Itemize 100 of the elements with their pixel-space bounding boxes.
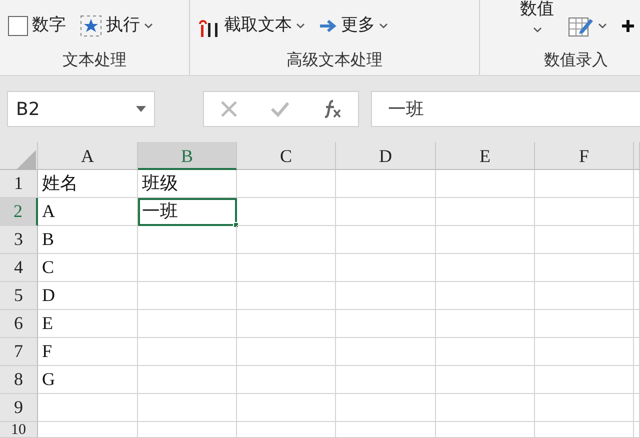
ribbon-button[interactable]: 更多 [319, 13, 388, 39]
column-header[interactable]: A [38, 142, 138, 170]
empty-cell[interactable] [535, 422, 634, 438]
empty-cell[interactable] [237, 198, 336, 226]
row-header[interactable]: 5 [0, 282, 38, 310]
empty-cell[interactable] [336, 254, 436, 282]
empty-cell[interactable] [634, 394, 640, 422]
row-header[interactable]: 3 [0, 226, 38, 254]
empty-cell[interactable] [336, 366, 436, 394]
empty-cell[interactable] [634, 226, 640, 254]
empty-cell[interactable] [237, 422, 336, 438]
empty-cell[interactable] [436, 282, 535, 310]
empty-cell[interactable] [436, 254, 535, 282]
table-cell[interactable]: F [38, 338, 138, 366]
empty-cell[interactable] [138, 254, 237, 282]
empty-cell[interactable] [436, 310, 535, 338]
empty-cell[interactable] [336, 282, 436, 310]
table-cell[interactable]: E [38, 310, 138, 338]
empty-cell[interactable] [336, 394, 436, 422]
row-header[interactable]: 1 [0, 170, 38, 198]
select-all-corner[interactable] [0, 142, 38, 170]
dropdown-icon[interactable] [136, 106, 146, 112]
row-header[interactable]: 7 [0, 338, 38, 366]
row-header[interactable]: 8 [0, 366, 38, 394]
cancel-icon[interactable] [220, 100, 238, 118]
column-header[interactable]: F [535, 142, 634, 170]
empty-cell[interactable] [535, 282, 634, 310]
empty-cell[interactable] [535, 226, 634, 254]
column-header[interactable]: D [336, 142, 436, 170]
column-header[interactable] [634, 142, 640, 170]
empty-cell[interactable] [436, 422, 535, 438]
table-cell[interactable]: 班级 [138, 170, 237, 198]
table-cell[interactable]: 姓名 [38, 170, 138, 198]
table-cell[interactable]: C [38, 254, 138, 282]
empty-cell[interactable] [237, 254, 336, 282]
empty-cell[interactable] [634, 422, 640, 438]
empty-cell[interactable] [634, 366, 640, 394]
row-header[interactable]: 9 [0, 394, 38, 422]
row-header[interactable]: 4 [0, 254, 38, 282]
empty-cell[interactable] [634, 338, 640, 366]
checkbox-option[interactable]: 数字 [8, 13, 66, 39]
empty-cell[interactable] [634, 282, 640, 310]
empty-cell[interactable] [436, 338, 535, 366]
table-cell[interactable]: A [38, 198, 138, 226]
empty-cell[interactable] [237, 310, 336, 338]
check-icon[interactable] [270, 101, 290, 117]
ribbon-button[interactable]: 执行 [80, 13, 153, 39]
empty-cell[interactable] [634, 310, 640, 338]
empty-cell[interactable] [436, 198, 535, 226]
row-header[interactable]: 6 [0, 310, 38, 338]
empty-cell[interactable] [237, 170, 336, 198]
empty-cell[interactable] [535, 394, 634, 422]
empty-cell[interactable] [336, 422, 436, 438]
empty-cell[interactable] [634, 198, 640, 226]
empty-cell[interactable] [138, 422, 237, 438]
empty-cell[interactable] [138, 282, 237, 310]
empty-cell[interactable] [634, 254, 640, 282]
row-header[interactable]: 10 [0, 422, 38, 438]
empty-cell[interactable] [535, 198, 634, 226]
empty-cell[interactable] [138, 394, 237, 422]
row-header[interactable]: 2 [0, 198, 38, 226]
ribbon-button[interactable] [621, 19, 635, 33]
ribbon-button[interactable]: 截取文本 [198, 13, 305, 39]
empty-cell[interactable] [436, 394, 535, 422]
empty-cell[interactable] [535, 254, 634, 282]
empty-cell[interactable] [138, 338, 237, 366]
select-all-icon[interactable] [16, 150, 36, 170]
column-header[interactable]: B [138, 142, 237, 170]
empty-cell[interactable] [336, 338, 436, 366]
empty-cell[interactable] [535, 310, 634, 338]
empty-cell[interactable] [237, 394, 336, 422]
empty-cell[interactable] [535, 338, 634, 366]
empty-cell[interactable] [237, 338, 336, 366]
column-header[interactable]: E [436, 142, 535, 170]
empty-cell[interactable] [336, 198, 436, 226]
function-icon[interactable] [322, 99, 342, 119]
empty-cell[interactable] [535, 170, 634, 198]
empty-cell[interactable] [436, 366, 535, 394]
empty-cell[interactable] [535, 366, 634, 394]
empty-cell[interactable] [138, 310, 237, 338]
empty-cell[interactable] [336, 170, 436, 198]
empty-cell[interactable] [138, 226, 237, 254]
table-cell[interactable]: G [38, 366, 138, 394]
empty-cell[interactable] [237, 282, 336, 310]
caret-icon [598, 22, 607, 29]
ribbon-button[interactable]: 数值 [520, 0, 554, 39]
empty-cell[interactable] [237, 226, 336, 254]
empty-cell[interactable] [436, 226, 535, 254]
formula-input[interactable]: 一班 [371, 91, 640, 127]
table-cell[interactable]: D [38, 282, 138, 310]
name-box[interactable]: B2 [7, 91, 155, 127]
column-header[interactable]: C [237, 142, 336, 170]
table-cell[interactable]: 一班 [138, 198, 237, 226]
group-label: 高级文本处理 [286, 49, 384, 71]
empty-cell[interactable] [336, 226, 436, 254]
table-cell[interactable]: B [38, 226, 138, 254]
empty-cell[interactable] [138, 366, 237, 394]
empty-cell[interactable] [237, 366, 336, 394]
empty-cell[interactable] [436, 170, 535, 198]
empty-cell[interactable] [336, 310, 436, 338]
